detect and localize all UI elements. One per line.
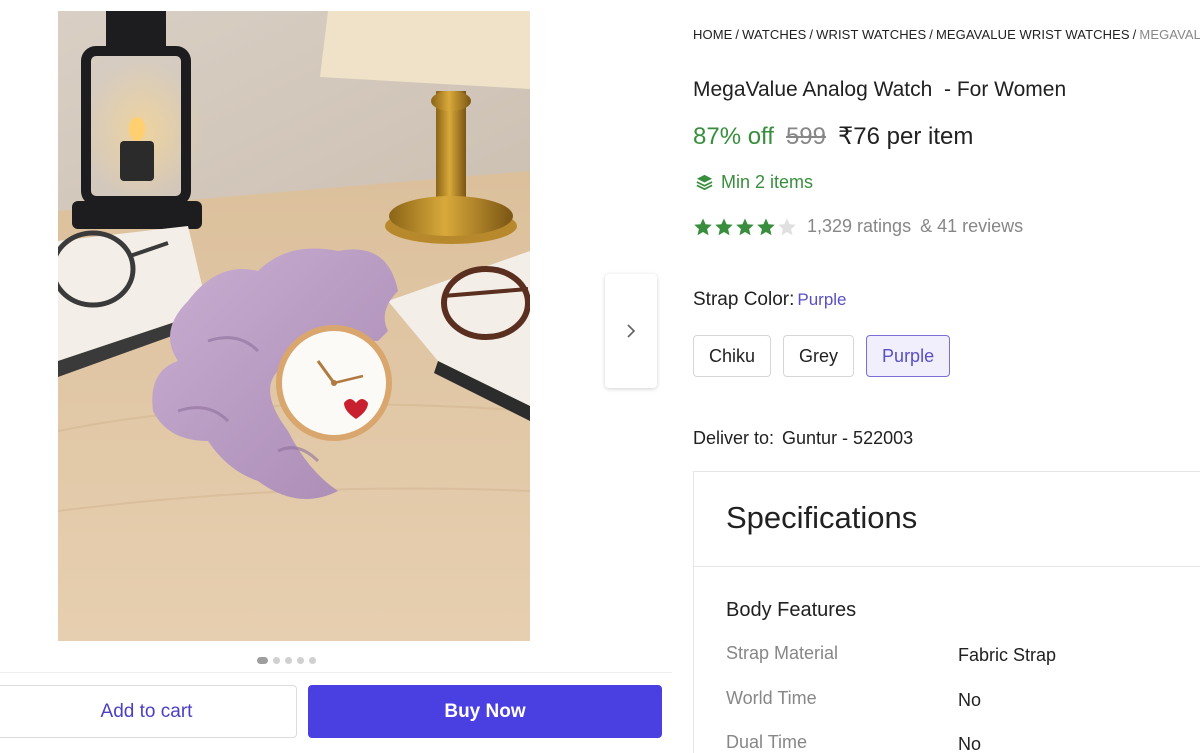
next-image-button[interactable] <box>605 274 657 388</box>
delivery-location[interactable]: Deliver to: Guntur - 522003 <box>693 428 913 449</box>
star-icon <box>757 218 775 235</box>
add-to-cart-button[interactable]: Add to cart <box>0 685 297 738</box>
strap-color-heading: Strap Color: <box>693 289 795 310</box>
strap-option-grey[interactable]: Grey <box>783 335 855 377</box>
carousel-dot-5[interactable] <box>309 656 316 664</box>
spec-key: Dual Time <box>726 732 808 752</box>
breadcrumb-watches[interactable]: WATCHES <box>742 27 806 42</box>
carousel-dot-2[interactable] <box>273 656 280 664</box>
spec-value: Fabric Strap <box>958 645 1057 665</box>
star-icon <box>778 218 796 235</box>
strap-color-label: Strap Color: Purple <box>693 289 847 311</box>
min-items-note: Min 2 items <box>695 172 813 193</box>
strap-color-options: Chiku Grey Purple <box>693 335 951 377</box>
deliver-pincode: Guntur - 522003 <box>782 428 914 448</box>
carousel-dot-3[interactable] <box>285 656 292 664</box>
rating-row[interactable]: 1,329 ratings & 41 reviews <box>693 216 1023 237</box>
carousel-dot-4[interactable] <box>297 656 304 664</box>
selling-price: ₹76 per item <box>838 123 974 150</box>
spec-value: No <box>958 690 982 710</box>
breadcrumb-separator: / <box>735 27 740 42</box>
product-image[interactable] <box>58 11 530 641</box>
breadcrumb-megavalue-wrist-watches[interactable]: MEGAVALUE WRIST WATCHES <box>936 27 1130 42</box>
action-bar: Add to cart Buy Now <box>0 672 672 753</box>
breadcrumb-separator: / <box>1132 27 1137 42</box>
star-icon <box>694 218 712 235</box>
strap-color-selected: Purple <box>797 290 847 309</box>
star-icon <box>715 218 733 235</box>
spec-section-title: Body Features <box>726 599 857 621</box>
reviews-count: & 41 reviews <box>920 216 1024 236</box>
deliver-label: Deliver to: <box>693 428 775 448</box>
spec-key: Strap Material <box>726 643 839 663</box>
ratings-count: 1,329 ratings <box>807 216 912 236</box>
strap-option-purple[interactable]: Purple <box>866 335 951 377</box>
product-title: MegaValue Analog Watch - For Women <box>693 78 1067 101</box>
product-photo <box>58 11 530 641</box>
original-price: 599 <box>785 123 826 150</box>
carousel-dot-1[interactable] <box>257 656 268 664</box>
specifications-title: Specifications <box>726 500 918 535</box>
spec-key: World Time <box>726 688 817 708</box>
chevron-right-icon <box>627 324 636 338</box>
spec-value: No <box>958 734 982 753</box>
specifications-panel: Specifications Body Features Strap Mater… <box>693 471 1200 753</box>
star-rating <box>693 217 797 237</box>
stack-layers-icon <box>696 174 713 191</box>
strap-option-chiku[interactable]: Chiku <box>693 335 772 377</box>
star-icon <box>736 218 754 235</box>
image-carousel-dots <box>257 656 316 664</box>
breadcrumb: HOME / WATCHES / WRIST WATCHES / MEGAVALUE WRI… <box>693 27 1200 42</box>
min-items-label: Min 2 items <box>721 172 814 192</box>
buy-now-button[interactable]: Buy Now <box>308 685 662 738</box>
breadcrumb-home[interactable]: HOME <box>693 27 732 42</box>
discount-percent: 87% off <box>693 123 774 150</box>
breadcrumb-separator: / <box>929 27 933 42</box>
specifications-divider <box>694 566 1200 567</box>
price-row: 87% off 599 ₹76 per item <box>693 122 973 151</box>
breadcrumb-wrist-watches[interactable]: WRIST WATCHES <box>816 27 926 42</box>
breadcrumb-current: MEGAVALUE <box>1139 27 1200 42</box>
breadcrumb-separator: / <box>809 27 814 42</box>
